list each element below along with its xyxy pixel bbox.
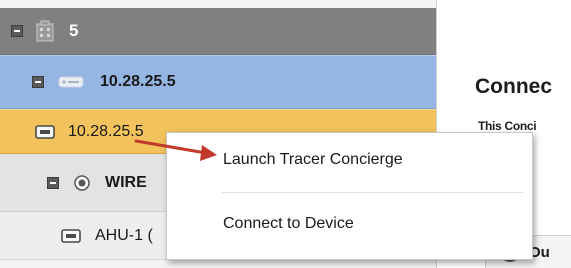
page-subtitle: This Conci — [478, 119, 537, 133]
collapse-icon[interactable] — [47, 176, 59, 189]
wireless-label: WIRE — [105, 173, 147, 191]
device-icon — [61, 228, 81, 244]
device-icon — [35, 124, 55, 140]
menu-item-label: Connect to Device — [223, 215, 354, 232]
ahu-label: AHU-1 ( — [95, 226, 153, 244]
menu-separator — [222, 192, 524, 193]
menu-item-label: Launch Tracer Concierge — [223, 151, 403, 168]
building-icon — [35, 20, 55, 42]
selected-device-label: 10.28.25.5 — [68, 122, 144, 140]
tree-row-controller[interactable]: 10.28.25.5 — [0, 55, 436, 109]
site-label: 5 — [69, 21, 79, 40]
menu-item-launch-tracer-concierge[interactable]: Launch Tracer Concierge — [167, 145, 532, 175]
page-title: Connec — [475, 75, 553, 98]
gear-icon — [73, 174, 91, 192]
collapse-icon[interactable] — [11, 25, 23, 37]
collapse-icon[interactable] — [32, 76, 44, 88]
context-menu: Launch Tracer Concierge Connect to Devic… — [166, 132, 533, 260]
server-icon — [58, 74, 84, 90]
menu-item-connect-to-device[interactable]: Connect to Device — [167, 209, 532, 239]
tree-row-site[interactable]: 5 — [0, 8, 436, 55]
controller-label: 10.28.25.5 — [100, 73, 176, 90]
